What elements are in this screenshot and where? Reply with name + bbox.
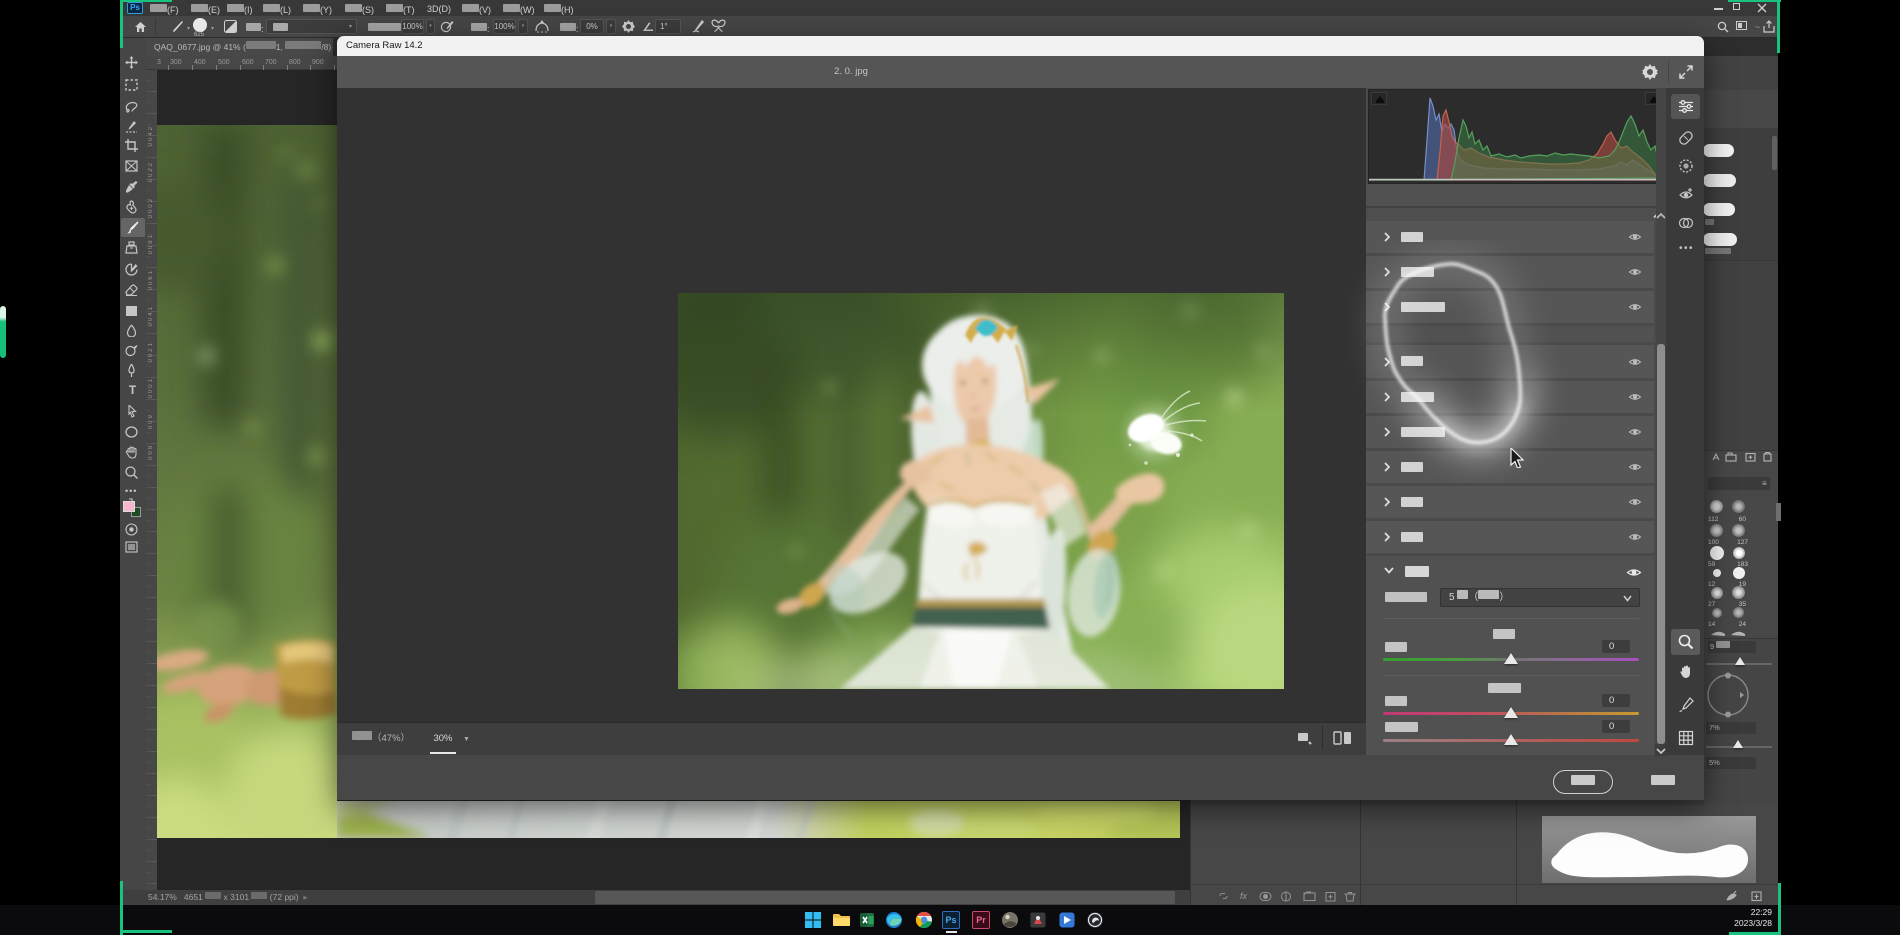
svg-text:fx: fx	[1240, 891, 1248, 901]
